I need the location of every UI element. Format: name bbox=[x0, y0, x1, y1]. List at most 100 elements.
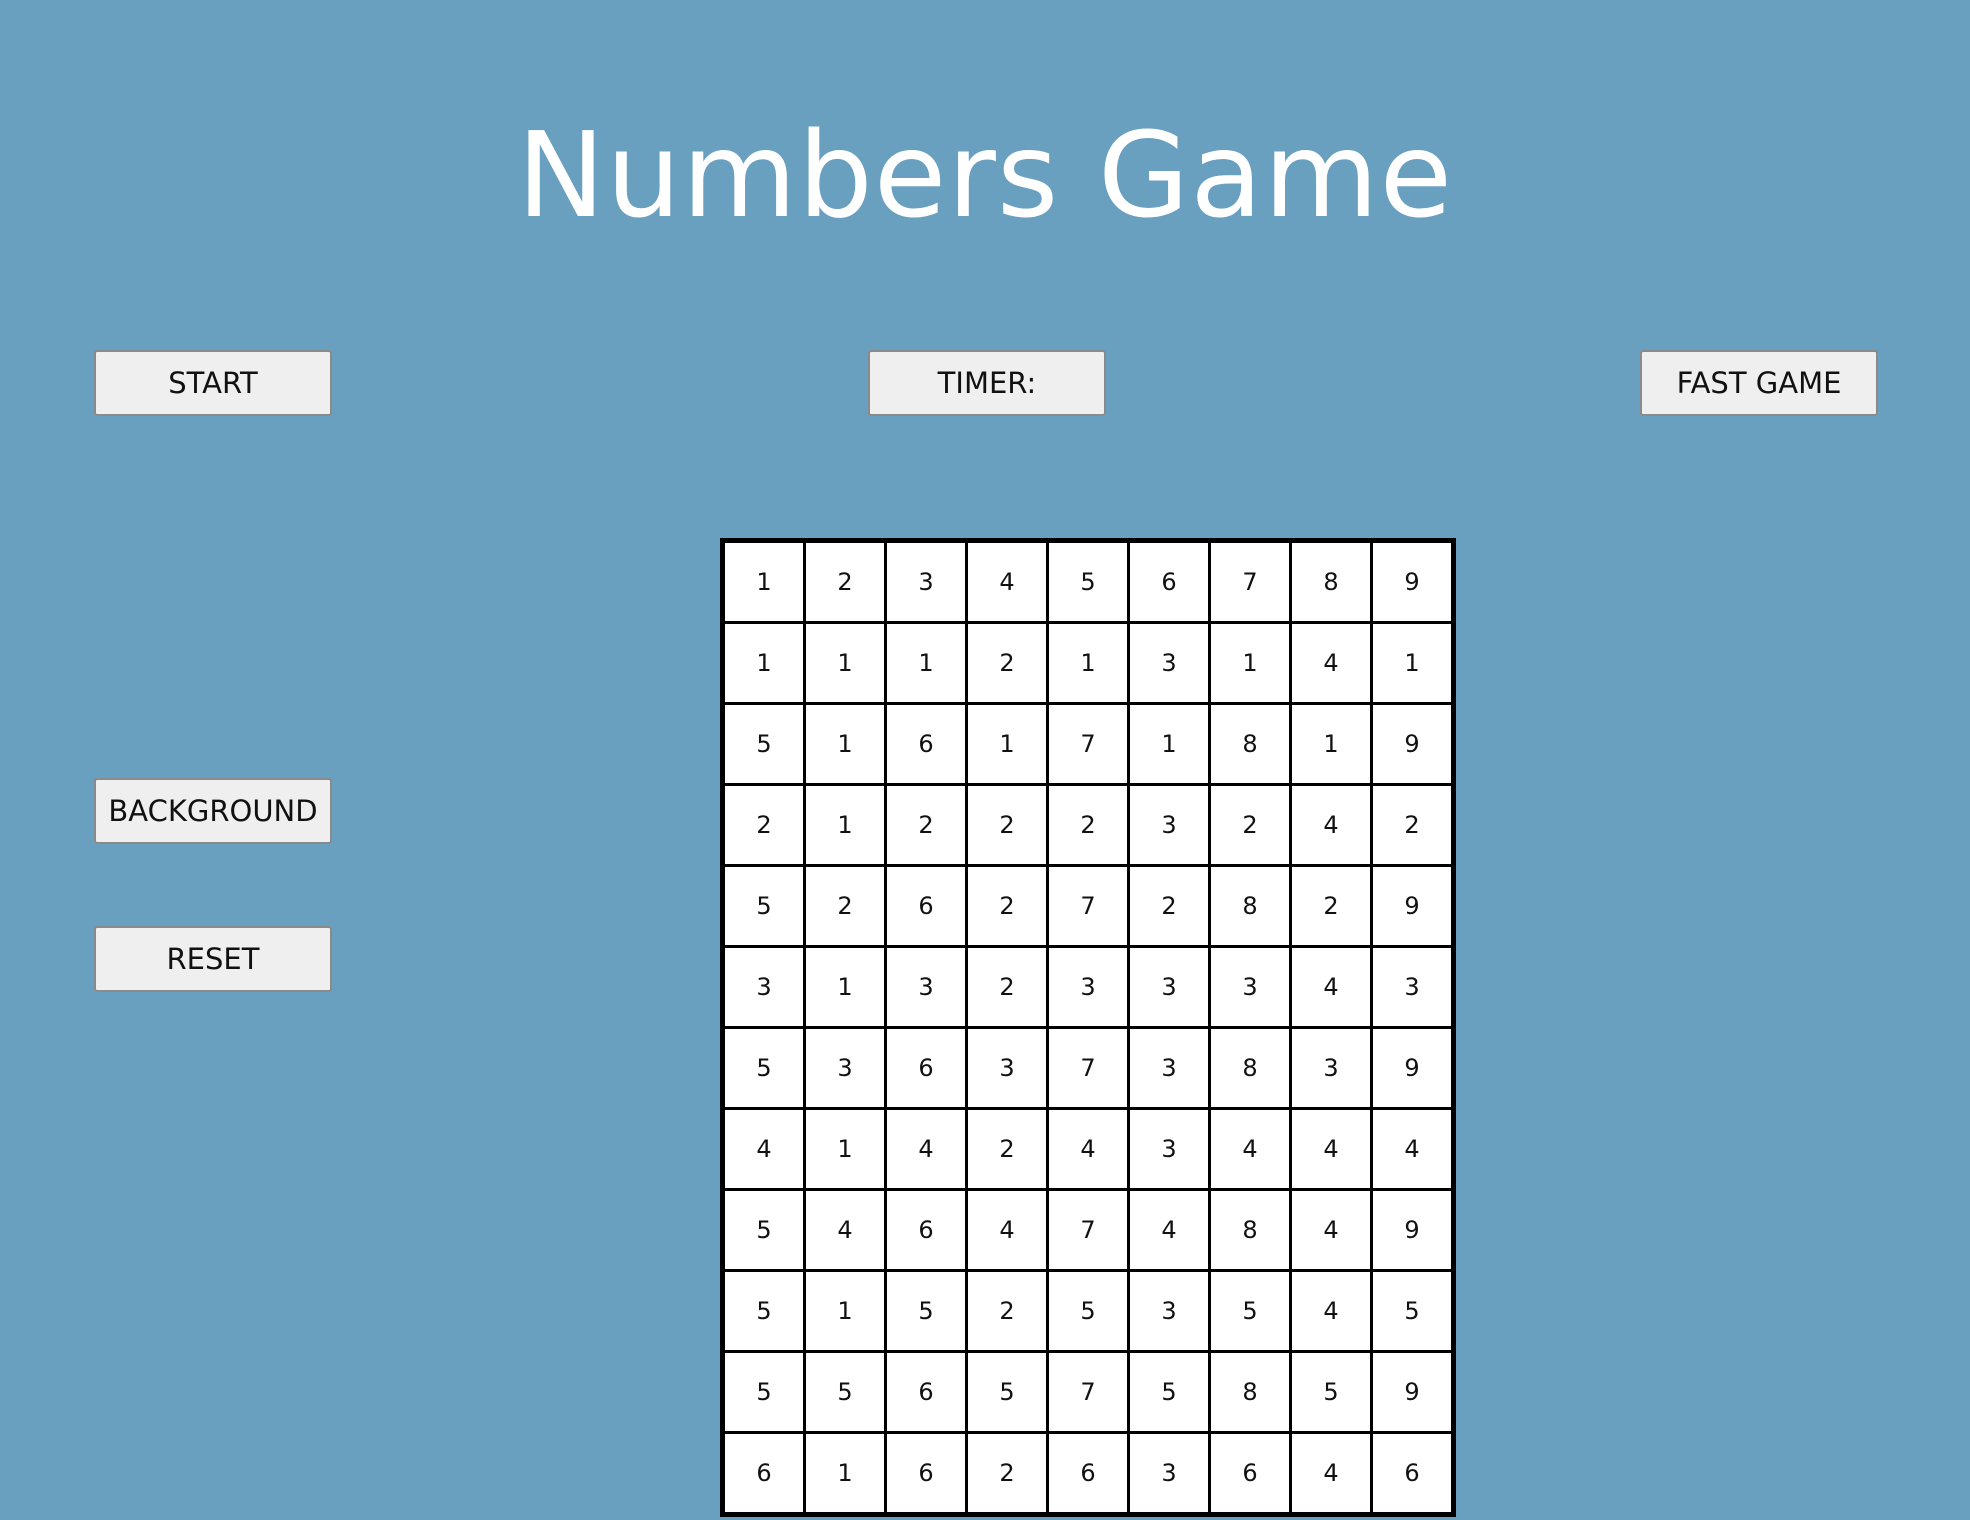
grid-cell[interactable]: 2 bbox=[965, 1269, 1049, 1353]
grid-cell[interactable]: 5 bbox=[722, 1188, 806, 1272]
grid-cell[interactable]: 4 bbox=[1289, 621, 1373, 705]
grid-cell[interactable]: 4 bbox=[1289, 1269, 1373, 1353]
reset-button[interactable]: RESET bbox=[94, 926, 332, 992]
grid-cell[interactable]: 4 bbox=[965, 1188, 1049, 1272]
grid-cell[interactable]: 3 bbox=[1127, 945, 1211, 1029]
grid-cell[interactable]: 2 bbox=[1127, 864, 1211, 948]
grid-cell[interactable]: 6 bbox=[884, 702, 968, 786]
grid-cell[interactable]: 2 bbox=[722, 783, 806, 867]
grid-cell[interactable]: 7 bbox=[1046, 864, 1130, 948]
grid-cell[interactable]: 5 bbox=[1289, 1350, 1373, 1434]
grid-cell[interactable]: 4 bbox=[1208, 1107, 1292, 1191]
grid-cell[interactable]: 3 bbox=[722, 945, 806, 1029]
grid-cell[interactable]: 7 bbox=[1046, 702, 1130, 786]
grid-cell[interactable]: 3 bbox=[1289, 1026, 1373, 1110]
grid-cell[interactable]: 2 bbox=[803, 540, 887, 624]
grid-cell[interactable]: 1 bbox=[1370, 621, 1454, 705]
grid-cell[interactable]: 2 bbox=[965, 1431, 1049, 1515]
grid-cell[interactable]: 5 bbox=[1127, 1350, 1211, 1434]
grid-cell[interactable]: 6 bbox=[884, 1188, 968, 1272]
grid-cell[interactable]: 3 bbox=[884, 540, 968, 624]
grid-cell[interactable]: 5 bbox=[1208, 1269, 1292, 1353]
grid-cell[interactable]: 8 bbox=[1208, 1350, 1292, 1434]
grid-cell[interactable]: 3 bbox=[1127, 1026, 1211, 1110]
grid-cell[interactable]: 9 bbox=[1370, 540, 1454, 624]
grid-cell[interactable]: 2 bbox=[884, 783, 968, 867]
grid-cell[interactable]: 5 bbox=[722, 1269, 806, 1353]
grid-cell[interactable]: 3 bbox=[965, 1026, 1049, 1110]
grid-cell[interactable]: 4 bbox=[1127, 1188, 1211, 1272]
grid-cell[interactable]: 4 bbox=[1289, 783, 1373, 867]
grid-cell[interactable]: 6 bbox=[884, 864, 968, 948]
grid-cell[interactable]: 1 bbox=[722, 540, 806, 624]
grid-cell[interactable]: 1 bbox=[965, 702, 1049, 786]
grid-cell[interactable]: 1 bbox=[1046, 621, 1130, 705]
grid-cell[interactable]: 7 bbox=[1046, 1188, 1130, 1272]
grid-cell[interactable]: 7 bbox=[1046, 1026, 1130, 1110]
grid-cell[interactable]: 5 bbox=[1046, 540, 1130, 624]
grid-cell[interactable]: 9 bbox=[1370, 864, 1454, 948]
grid-cell[interactable]: 6 bbox=[884, 1350, 968, 1434]
grid-cell[interactable]: 8 bbox=[1208, 1188, 1292, 1272]
grid-cell[interactable]: 3 bbox=[1127, 1431, 1211, 1515]
fast-game-button[interactable]: FAST GAME bbox=[1640, 350, 1878, 416]
grid-cell[interactable]: 5 bbox=[722, 864, 806, 948]
grid-cell[interactable]: 1 bbox=[803, 783, 887, 867]
grid-cell[interactable]: 1 bbox=[803, 1107, 887, 1191]
grid-cell[interactable]: 5 bbox=[884, 1269, 968, 1353]
grid-cell[interactable]: 2 bbox=[965, 945, 1049, 1029]
grid-cell[interactable]: 5 bbox=[722, 702, 806, 786]
grid-cell[interactable]: 9 bbox=[1370, 1350, 1454, 1434]
start-button[interactable]: START bbox=[94, 350, 332, 416]
grid-cell[interactable]: 3 bbox=[1127, 783, 1211, 867]
grid-cell[interactable]: 6 bbox=[1127, 540, 1211, 624]
grid-cell[interactable]: 2 bbox=[965, 621, 1049, 705]
grid-cell[interactable]: 2 bbox=[1046, 783, 1130, 867]
grid-cell[interactable]: 9 bbox=[1370, 1188, 1454, 1272]
grid-cell[interactable]: 8 bbox=[1289, 540, 1373, 624]
grid-cell[interactable]: 5 bbox=[722, 1026, 806, 1110]
grid-cell[interactable]: 4 bbox=[803, 1188, 887, 1272]
grid-cell[interactable]: 3 bbox=[1208, 945, 1292, 1029]
grid-cell[interactable]: 1 bbox=[803, 1269, 887, 1353]
grid-cell[interactable]: 3 bbox=[1127, 621, 1211, 705]
grid-cell[interactable]: 2 bbox=[803, 864, 887, 948]
grid-cell[interactable]: 6 bbox=[722, 1431, 806, 1515]
grid-cell[interactable]: 4 bbox=[1289, 1431, 1373, 1515]
grid-cell[interactable]: 4 bbox=[965, 540, 1049, 624]
grid-cell[interactable]: 5 bbox=[1370, 1269, 1454, 1353]
grid-cell[interactable]: 7 bbox=[1208, 540, 1292, 624]
grid-cell[interactable]: 1 bbox=[803, 621, 887, 705]
grid-cell[interactable]: 8 bbox=[1208, 864, 1292, 948]
grid-cell[interactable]: 6 bbox=[1046, 1431, 1130, 1515]
grid-cell[interactable]: 5 bbox=[803, 1350, 887, 1434]
grid-cell[interactable]: 2 bbox=[965, 1107, 1049, 1191]
grid-cell[interactable]: 2 bbox=[965, 783, 1049, 867]
grid-cell[interactable]: 8 bbox=[1208, 702, 1292, 786]
grid-cell[interactable]: 4 bbox=[884, 1107, 968, 1191]
grid-cell[interactable]: 5 bbox=[965, 1350, 1049, 1434]
grid-cell[interactable]: 1 bbox=[722, 621, 806, 705]
grid-cell[interactable]: 5 bbox=[1046, 1269, 1130, 1353]
grid-cell[interactable]: 1 bbox=[803, 1431, 887, 1515]
grid-cell[interactable]: 8 bbox=[1208, 1026, 1292, 1110]
grid-cell[interactable]: 3 bbox=[884, 945, 968, 1029]
grid-cell[interactable]: 2 bbox=[1289, 864, 1373, 948]
grid-cell[interactable]: 4 bbox=[1370, 1107, 1454, 1191]
grid-cell[interactable]: 5 bbox=[722, 1350, 806, 1434]
grid-cell[interactable]: 1 bbox=[884, 621, 968, 705]
timer-button[interactable]: TIMER: bbox=[868, 350, 1106, 416]
grid-cell[interactable]: 2 bbox=[1208, 783, 1292, 867]
grid-cell[interactable]: 1 bbox=[1127, 702, 1211, 786]
grid-cell[interactable]: 6 bbox=[884, 1026, 968, 1110]
grid-cell[interactable]: 3 bbox=[1127, 1269, 1211, 1353]
grid-cell[interactable]: 1 bbox=[1289, 702, 1373, 786]
grid-cell[interactable]: 1 bbox=[803, 702, 887, 786]
grid-cell[interactable]: 3 bbox=[803, 1026, 887, 1110]
grid-cell[interactable]: 4 bbox=[1289, 1188, 1373, 1272]
grid-cell[interactable]: 4 bbox=[1046, 1107, 1130, 1191]
grid-cell[interactable]: 4 bbox=[722, 1107, 806, 1191]
grid-cell[interactable]: 2 bbox=[1370, 783, 1454, 867]
grid-cell[interactable]: 3 bbox=[1046, 945, 1130, 1029]
grid-cell[interactable]: 4 bbox=[1289, 1107, 1373, 1191]
